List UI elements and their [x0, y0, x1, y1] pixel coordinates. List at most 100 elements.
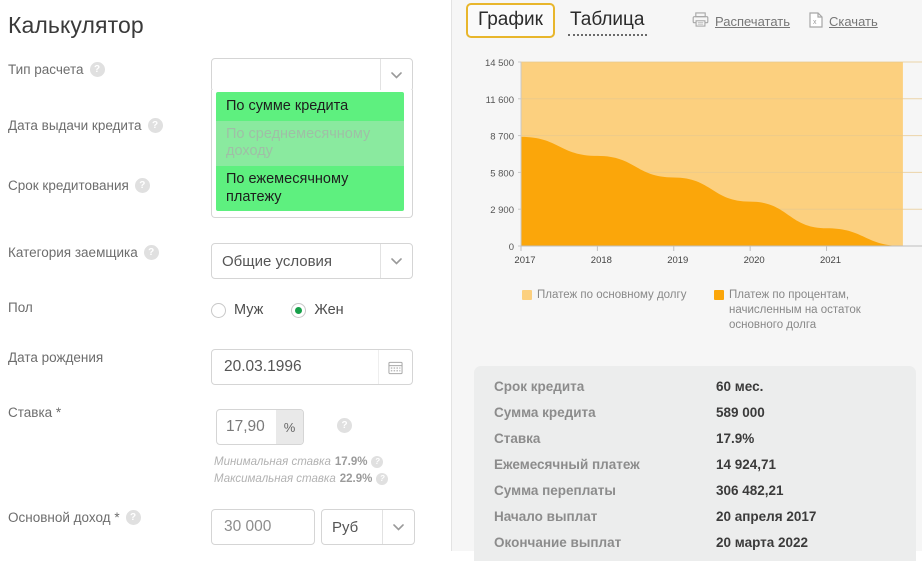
category-select[interactable]: Общие условия: [211, 243, 413, 279]
calc-type-select[interactable]: [211, 58, 413, 92]
svg-text:2018: 2018: [591, 255, 612, 266]
help-icon[interactable]: ?: [337, 418, 352, 433]
help-icon[interactable]: ?: [376, 473, 389, 485]
svg-text:x: x: [813, 19, 817, 26]
help-icon[interactable]: ?: [134, 178, 150, 193]
svg-text:0: 0: [509, 242, 514, 253]
help-icon[interactable]: ?: [143, 245, 159, 260]
dropdown-option-2[interactable]: По ежемесячному платежу: [216, 166, 404, 211]
summary-label-amount: Сумма кредита: [494, 405, 596, 420]
income-input[interactable]: 30 000: [211, 509, 315, 545]
results-tabs: График Таблица Распечатать x Скачать: [452, 0, 922, 46]
summary-value-amount: 589 000: [716, 405, 765, 420]
summary-label-overpay: Сумма переплаты: [494, 483, 616, 498]
printer-icon: [692, 12, 709, 30]
rate-note-min-value: 17.9%: [334, 456, 368, 468]
table-row: Ежемесячный платеж 14 924,71: [494, 457, 896, 483]
gender-radio-group: Муж Жен: [211, 302, 344, 318]
chart-legend: Платеж по основному долгу Платеж по проц…: [522, 288, 922, 334]
chevron-down-icon[interactable]: [380, 244, 412, 278]
birth-date-value: 20.03.1996: [224, 358, 302, 375]
income-currency-select[interactable]: Руб: [321, 509, 415, 545]
rate-input-value: 17,90: [226, 418, 265, 435]
radio-gender-female[interactable]: Жен: [291, 302, 344, 318]
summary-label-term: Срок кредита: [494, 379, 585, 394]
birth-date-input[interactable]: 20.03.1996: [211, 349, 413, 385]
legend-label-principal: Платеж по основному долгу: [537, 289, 687, 301]
dropdown-option-1: По среднемесячному доходу: [216, 120, 404, 167]
chevron-down-icon[interactable]: [380, 59, 412, 91]
label-category-text: Категория заемщика: [8, 245, 138, 260]
summary-label-monthly: Ежемесячный платеж: [494, 457, 640, 472]
chart-svg: 0 2 900 5 800 8 700 11 600 14 500 2017 2018 2019…: [452, 50, 922, 280]
table-row: Срок кредита 60 мес.: [494, 379, 896, 405]
rate-note-min-text: Минимальная ставка: [214, 456, 331, 468]
download-button[interactable]: x Скачать: [809, 12, 878, 31]
svg-text:2 900: 2 900: [490, 205, 514, 216]
svg-text:11 600: 11 600: [486, 95, 514, 106]
percent-suffix: %: [276, 410, 303, 444]
help-icon[interactable]: ?: [89, 62, 105, 77]
radio-dot-male[interactable]: [211, 302, 226, 318]
calculator-form-panel: Калькулятор Тип расчета ? По сумме креди…: [0, 0, 452, 551]
label-income: Основной доход * ?: [0, 510, 210, 525]
table-row: Окончание выплат 20 марта 2022: [494, 535, 896, 561]
rate-note-max: Максимальная ставка 22.9% ?: [214, 473, 389, 485]
help-icon[interactable]: ?: [125, 510, 141, 525]
label-rate: Ставка *: [0, 405, 210, 420]
summary-value-start: 20 апреля 2017: [716, 509, 817, 524]
label-rate-text: Ставка *: [8, 405, 62, 420]
svg-text:2020: 2020: [744, 255, 765, 266]
income-input-value: 30 000: [224, 518, 272, 535]
label-birth: Дата рождения: [0, 350, 210, 365]
summary-value-monthly: 14 924,71: [716, 457, 777, 472]
radio-label-male: Муж: [234, 302, 264, 318]
svg-text:8 700: 8 700: [490, 132, 514, 143]
tab-table[interactable]: Таблица: [568, 7, 647, 36]
svg-text:2021: 2021: [820, 255, 841, 266]
legend-swatch-interest: [714, 290, 724, 300]
dropdown-option-0[interactable]: По сумме кредита: [216, 92, 404, 121]
svg-text:2017: 2017: [514, 255, 535, 266]
loan-calculator-app: Калькулятор Тип расчета ? По сумме креди…: [0, 0, 922, 561]
excel-file-icon: x: [809, 12, 823, 31]
income-currency-value: Руб: [332, 518, 359, 536]
rate-input[interactable]: 17,90 %: [216, 409, 304, 445]
radio-dot-female[interactable]: [291, 302, 307, 318]
summary-value-rate: 17.9%: [716, 431, 755, 446]
calendar-icon[interactable]: [378, 350, 412, 384]
legend-swatch-principal: [522, 290, 532, 300]
svg-text:5 800: 5 800: [490, 168, 514, 179]
radio-label-female: Жен: [314, 302, 344, 318]
svg-text:2019: 2019: [667, 255, 688, 266]
table-row: Сумма переплаты 306 482,21: [494, 483, 896, 509]
label-calc-type: Тип расчета ?: [0, 62, 210, 77]
help-icon[interactable]: ?: [371, 456, 384, 468]
chevron-down-icon[interactable]: [382, 510, 414, 544]
label-term-text: Срок кредитования: [8, 178, 129, 193]
rate-note-max-text: Максимальная ставка: [214, 473, 336, 485]
dropdown-options: По сумме кредита По среднемесячному дохо…: [216, 92, 404, 212]
legend-item-principal: Платеж по основному долгу: [522, 288, 708, 303]
rate-note-max-value: 22.9%: [339, 473, 373, 485]
payment-chart: 0 2 900 5 800 8 700 11 600 14 500 2017 2018 2019…: [452, 50, 922, 280]
radio-gender-male[interactable]: Муж: [211, 302, 263, 318]
label-gender-text: Пол: [8, 300, 33, 315]
help-icon[interactable]: ?: [147, 118, 163, 133]
results-panel: График Таблица Распечатать x Скачать 0 2…: [452, 0, 922, 561]
page-title: Калькулятор: [8, 12, 144, 38]
print-button[interactable]: Распечатать: [692, 12, 790, 30]
legend-item-interest: Платеж по процентам, начисленным на оста…: [714, 288, 894, 334]
label-date-issue: Дата выдачи кредита ?: [0, 118, 210, 133]
label-category: Категория заемщика ?: [0, 245, 210, 260]
svg-text:14 500: 14 500: [485, 58, 514, 69]
calc-type-dropdown-list[interactable]: По сумме кредита По среднемесячному дохо…: [211, 90, 413, 219]
tab-chart[interactable]: График: [466, 3, 555, 38]
label-term: Срок кредитования ?: [0, 178, 210, 193]
label-date-issue-text: Дата выдачи кредита: [8, 118, 142, 133]
download-button-label: Скачать: [829, 14, 878, 29]
summary-label-start: Начало выплат: [494, 509, 598, 524]
table-row: Ставка 17.9%: [494, 431, 896, 457]
label-gender: Пол: [0, 300, 210, 315]
table-row: Начало выплат 20 апреля 2017: [494, 509, 896, 535]
